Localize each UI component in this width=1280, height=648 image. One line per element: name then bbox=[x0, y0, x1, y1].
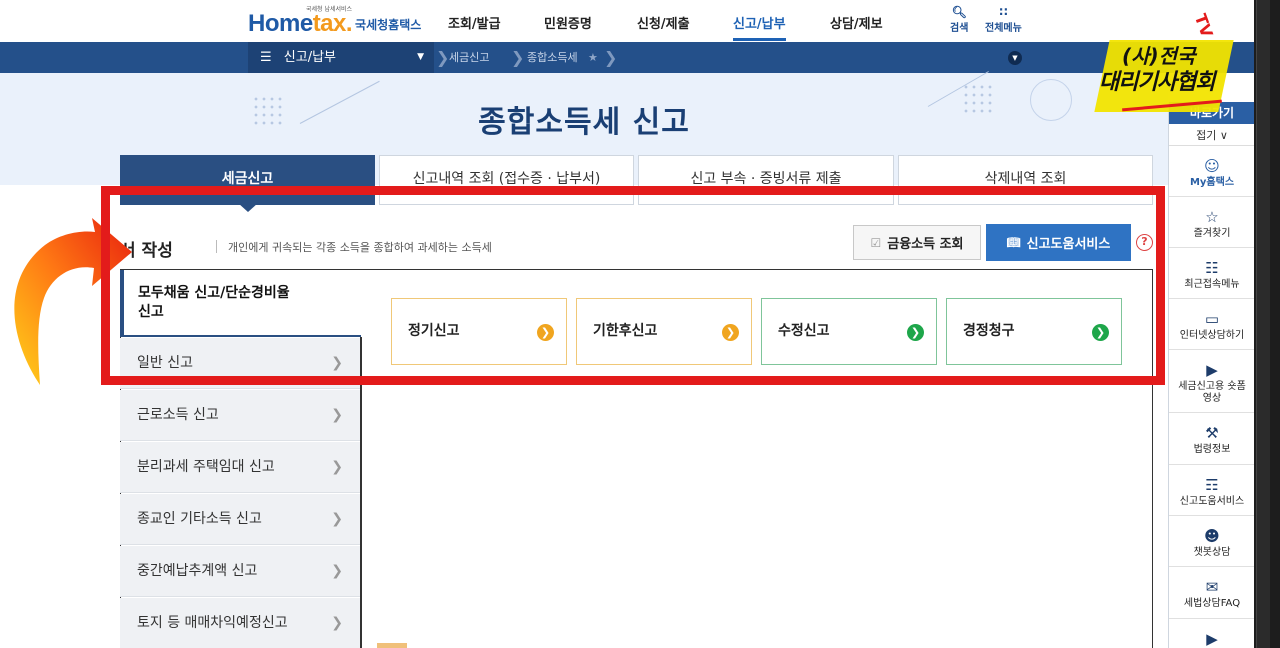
left-menu-prefilled-filing[interactable]: 모두채움 신고/단순경비율 신고 bbox=[120, 270, 361, 337]
menu-filing-payment[interactable]: 신고/납부 bbox=[733, 13, 786, 32]
help-question-icon[interactable]: ? bbox=[1136, 234, 1153, 251]
tab-deletion-history[interactable]: 삭제내역 조회 bbox=[898, 155, 1153, 205]
menu-certificates[interactable]: 민원증명 bbox=[544, 13, 592, 32]
quick-links-rail: 바로가기 접기 ∨ ☺︎ My홈택스 ☆ 즐겨찾기 ☷ 최근접속메뉴 ▭ 인터넷상담하기… bbox=[1168, 102, 1255, 648]
all-menu-button[interactable]: ∷ 전체메뉴 bbox=[985, 5, 1022, 35]
late-filing-button[interactable]: 기한후신고 ❯ bbox=[576, 298, 752, 365]
left-menu-interim-prepayment-filing[interactable]: 중간예납추계액 신고 ❯ bbox=[120, 546, 361, 597]
search-button[interactable]: 🔍︎ 검색 bbox=[950, 5, 968, 35]
chevron-right-icon: ❯ bbox=[331, 615, 343, 631]
breadcrumb-separator-icon: ❯ bbox=[604, 48, 618, 67]
section-dropdown[interactable]: ☰ 신고/납부 ▼ bbox=[248, 42, 434, 73]
menu-content-divider bbox=[360, 337, 362, 648]
tab-filing-history[interactable]: 신고내역 조회 (접수증 · 납부서) bbox=[379, 155, 634, 205]
rail-chatbot[interactable]: ☻ 챗봇상담 bbox=[1169, 517, 1255, 567]
window-scrollbar[interactable] bbox=[1256, 0, 1270, 648]
favorite-star-icon[interactable]: ★ bbox=[588, 42, 598, 73]
tab-tax-filing[interactable]: 세금신고 bbox=[120, 155, 375, 205]
expand-chevron-icon[interactable]: ▼ bbox=[1008, 51, 1022, 65]
breadcrumb-tax-filing[interactable]: 세금신고 bbox=[449, 42, 489, 73]
active-tab-pointer bbox=[238, 203, 258, 212]
left-menu-land-sale-gain-filing[interactable]: 토지 등 매매차익예정신고 ❯ bbox=[120, 598, 361, 648]
left-menu-religious-income-filing[interactable]: 종교인 기타소득 신고 ❯ bbox=[120, 494, 361, 545]
person-icon: ☺︎ bbox=[1204, 157, 1220, 175]
rail-filing-help[interactable]: ☶ 신고도움서비스 bbox=[1169, 466, 1255, 516]
recent-menu-icon: ☷ bbox=[1205, 259, 1219, 277]
left-menu-rental-income-filing[interactable]: 분리과세 주택임대 신고 ❯ bbox=[120, 442, 361, 493]
fold-button[interactable]: 접기 ∨ bbox=[1169, 126, 1255, 146]
book-icon: ☶ bbox=[1205, 476, 1219, 494]
rail-recent-menu[interactable]: ☷ 최근접속메뉴 bbox=[1169, 249, 1255, 299]
menu-consultation[interactable]: 상담/제보 bbox=[830, 13, 883, 32]
section-label: 신고/납부 bbox=[283, 50, 337, 65]
rail-online-consultation[interactable]: ▭ 인터넷상담하기 bbox=[1169, 300, 1255, 350]
logo-tagline: 국세청 납세서비스 bbox=[306, 6, 353, 13]
rail-law-info[interactable]: ⚒ 법령정보 bbox=[1169, 414, 1255, 465]
logo-subtitle: 국세청홈택스 bbox=[355, 18, 422, 32]
left-menu-general-filing[interactable]: 일반 신고 ❯ bbox=[120, 338, 361, 389]
arrow-right-icon: ❯ bbox=[1092, 324, 1109, 341]
video-icon: ▶ bbox=[1206, 361, 1218, 379]
chevron-right-icon: ❯ bbox=[331, 407, 343, 423]
left-menu-earned-income-filing[interactable]: 근로소득 신고 ❯ bbox=[120, 390, 361, 441]
arrow-right-icon: ❯ bbox=[537, 324, 554, 341]
active-menu-underline bbox=[733, 38, 786, 41]
rail-shortform-video[interactable]: ▶ 세금신고용 숏폼영상 bbox=[1169, 351, 1255, 413]
arrow-right-icon: ❯ bbox=[907, 324, 924, 341]
arrow-right-icon: ❯ bbox=[722, 324, 739, 341]
page-title: 종합소득세 신고 bbox=[478, 105, 690, 140]
star-icon: ☆ bbox=[1205, 208, 1219, 226]
section-description: 개인에게 귀속되는 각종 소득을 종합하여 과세하는 소득세 bbox=[228, 241, 492, 254]
hamburger-icon: ☰ bbox=[260, 50, 272, 65]
laptop-icon: ▭ bbox=[1204, 310, 1220, 328]
title-divider bbox=[216, 240, 217, 253]
menu-application[interactable]: 신청/제출 bbox=[637, 13, 690, 32]
grid-icon: ∷ bbox=[999, 5, 1008, 19]
quick-links-header: 바로가기 bbox=[1169, 102, 1255, 124]
top-navigation: Hometax. 국세청홈택스 국세청 납세서비스 조회/발급 민원증명 신청/… bbox=[0, 0, 1280, 42]
search-icon: 🔍︎ bbox=[951, 5, 967, 19]
chevron-right-icon: ❯ bbox=[331, 563, 343, 579]
caret-down-icon: ▼ bbox=[417, 52, 424, 62]
financial-income-lookup-button[interactable]: ☑ 금융소득 조회 bbox=[853, 225, 981, 260]
sub-navigation-bar: ☰ 신고/납부 ▼ ❯ 세금신고 ❯ 종합소득세 ★ ❯ ▼ bbox=[0, 42, 1280, 73]
chevron-right-icon: ❯ bbox=[331, 355, 343, 371]
regular-filing-button[interactable]: 정기신고 ❯ bbox=[391, 298, 567, 365]
rail-tax-faq[interactable]: ✉ 세법상담FAQ bbox=[1169, 568, 1255, 619]
rail-more-item[interactable]: ▶ bbox=[1169, 620, 1255, 648]
checkbox-icon: ☑ bbox=[870, 235, 882, 250]
chevron-right-icon: ❯ bbox=[331, 511, 343, 527]
rail-favorites[interactable]: ☆ 즐겨찾기 bbox=[1169, 198, 1255, 248]
book-icon: 📖︎ bbox=[1006, 236, 1021, 249]
chevron-down-icon: ∨ bbox=[1216, 129, 1228, 142]
filing-help-service-button[interactable]: 📖︎ 신고도움서비스 bbox=[986, 224, 1131, 261]
amended-filing-button[interactable]: 수정신고 ❯ bbox=[761, 298, 937, 365]
bottom-edge-tab bbox=[377, 643, 407, 648]
refund-claim-button[interactable]: 경정청구 ❯ bbox=[946, 298, 1122, 365]
annotation-arrow bbox=[14, 218, 132, 385]
tab-attachment-submission[interactable]: 신고 부속 · 증빙서류 제출 bbox=[638, 155, 894, 205]
faq-chat-icon: ✉ bbox=[1205, 578, 1219, 596]
breadcrumb-income-tax[interactable]: 종합소득세 bbox=[527, 42, 578, 73]
gavel-icon: ⚒ bbox=[1205, 424, 1219, 442]
video-icon: ▶ bbox=[1206, 630, 1218, 648]
rail-my-hometax[interactable]: ☺︎ My홈택스 bbox=[1169, 147, 1255, 197]
logo-wordmark: Hometax. bbox=[248, 10, 353, 37]
chevron-right-icon: ❯ bbox=[331, 459, 343, 475]
breadcrumb-separator-icon: ❯ bbox=[511, 48, 525, 67]
breadcrumb-separator-icon: ❯ bbox=[436, 48, 450, 67]
chatbot-icon: ☻ bbox=[1204, 527, 1220, 545]
menu-inquiry[interactable]: 조회/발급 bbox=[448, 13, 501, 32]
